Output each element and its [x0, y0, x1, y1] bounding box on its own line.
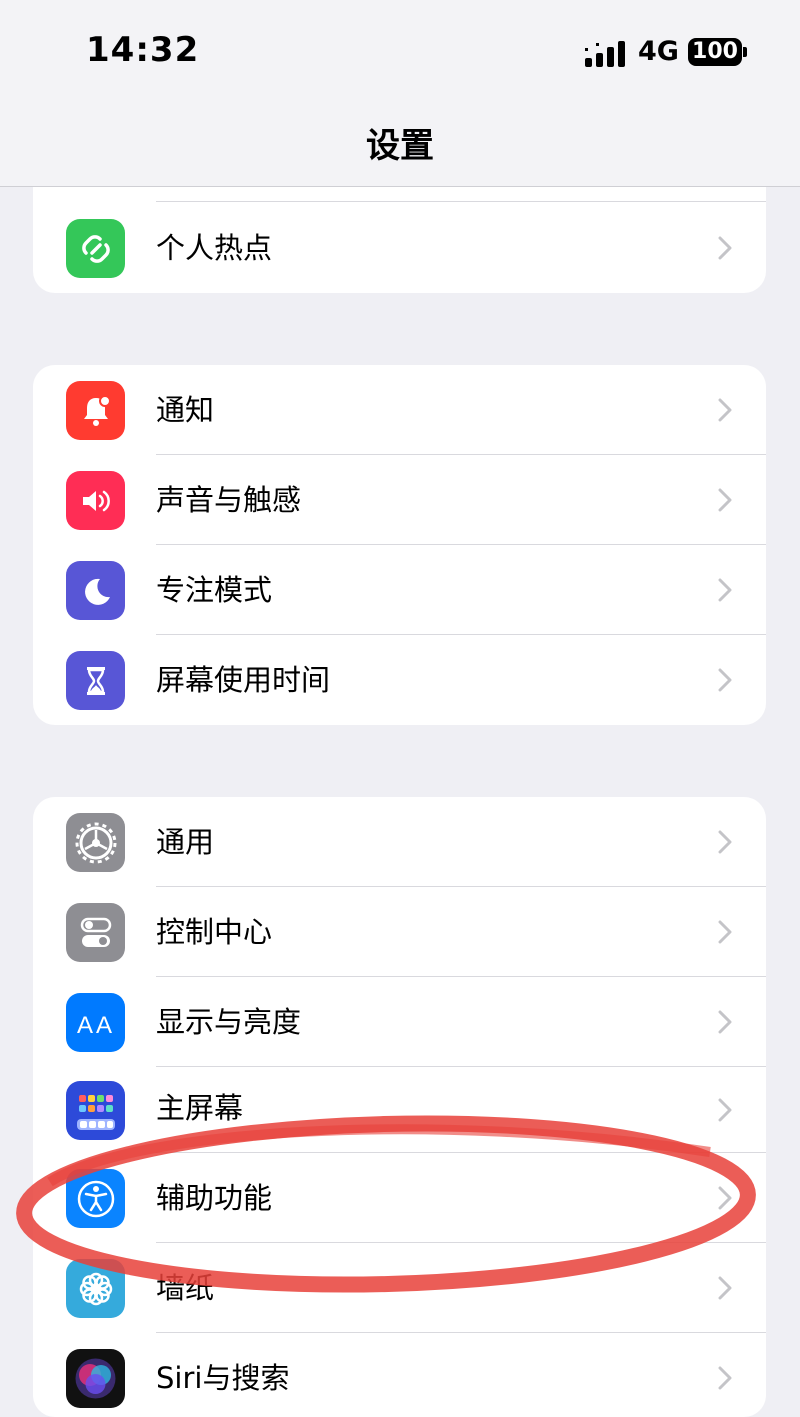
row-wallpaper[interactable]: 墙纸 [33, 1243, 766, 1333]
row-sounds-haptics[interactable]: 声音与触感 [33, 455, 766, 545]
row-home-screen[interactable]: 主屏幕 [33, 1067, 766, 1153]
page-title: 设置 [366, 126, 434, 166]
chevron-right-icon [718, 830, 732, 854]
chevron-right-icon [718, 1276, 732, 1300]
row-label: 通用 [156, 825, 215, 859]
moon-icon [66, 561, 125, 620]
gear-icon [66, 813, 125, 872]
row-separator [156, 201, 766, 202]
speaker-icon [66, 471, 125, 530]
row-personal-hotspot[interactable]: 个人热点 [33, 203, 766, 293]
row-accessibility[interactable]: 辅助功能 [33, 1153, 766, 1243]
flower-icon [66, 1259, 125, 1318]
row-siri-search[interactable]: Siri与搜索 [33, 1333, 766, 1417]
row-label: 主屏幕 [156, 1091, 244, 1125]
settings-group-network: 个人热点 [33, 187, 766, 293]
svg-text:A: A [77, 1012, 93, 1039]
chevron-right-icon [718, 1010, 732, 1034]
row-control-center[interactable]: 控制中心 [33, 887, 766, 977]
network-type: 4G [638, 36, 679, 67]
chevron-right-icon [718, 578, 732, 602]
row-label: 个人热点 [156, 231, 273, 265]
hourglass-icon [66, 651, 125, 710]
chevron-right-icon [718, 236, 732, 260]
cellular-signal-icon [585, 41, 625, 67]
settings-group-general: 通用 控制中心 A A 显示与亮度 主屏幕 辅助功能 墙纸 Siri与搜索 [33, 797, 766, 1417]
row-label: 显示与亮度 [156, 1005, 302, 1039]
svg-text:A: A [96, 1012, 112, 1039]
chevron-right-icon [718, 488, 732, 512]
navigation-bar: 14:32 4G 100 设置 [0, 0, 800, 187]
text-size-icon: A A [66, 993, 125, 1052]
chevron-right-icon [718, 1098, 732, 1122]
accessibility-icon [66, 1169, 125, 1228]
hotspot-icon [66, 219, 125, 278]
chevron-right-icon [718, 398, 732, 422]
battery-cap [743, 47, 747, 57]
battery-indicator: 100 [688, 38, 742, 66]
chevron-right-icon [718, 1366, 732, 1390]
chevron-right-icon [718, 668, 732, 692]
row-label: 控制中心 [156, 915, 273, 949]
status-time: 14:32 [86, 30, 200, 70]
row-label: 辅助功能 [156, 1181, 273, 1215]
chevron-right-icon [718, 920, 732, 944]
row-label: 通知 [156, 393, 215, 427]
chevron-right-icon [718, 1186, 732, 1210]
row-label: 声音与触感 [156, 483, 302, 517]
row-general[interactable]: 通用 [33, 797, 766, 887]
row-label: 墙纸 [156, 1271, 215, 1305]
row-label: 专注模式 [156, 573, 273, 607]
row-focus[interactable]: 专注模式 [33, 545, 766, 635]
row-label: Siri与搜索 [156, 1361, 290, 1395]
home-grid-icon [66, 1081, 125, 1140]
row-screen-time[interactable]: 屏幕使用时间 [33, 635, 766, 725]
row-label: 屏幕使用时间 [156, 663, 331, 697]
settings-group-notifications: 通知 声音与触感 专注模式 屏幕使用时间 [33, 365, 766, 725]
row-notifications[interactable]: 通知 [33, 365, 766, 455]
row-display-brightness[interactable]: A A 显示与亮度 [33, 977, 766, 1067]
toggles-icon [66, 903, 125, 962]
siri-icon [66, 1349, 125, 1408]
bell-icon [66, 381, 125, 440]
status-bar: 14:32 4G 100 [0, 0, 800, 110]
